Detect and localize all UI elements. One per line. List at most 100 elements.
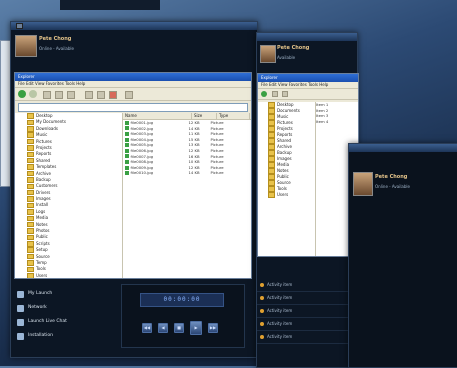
search-icon-right[interactable] (272, 91, 278, 97)
file-icon (125, 131, 129, 136)
avatar-chat (353, 172, 373, 196)
folder-icon (27, 215, 34, 221)
previous-icon[interactable]: ◀◀ (142, 323, 152, 333)
file-icon (125, 159, 129, 164)
sidebar-item-label: Launch Live Chat (28, 319, 67, 324)
play-icon[interactable]: ▶ (190, 321, 202, 335)
tree-item-label: Archive (277, 144, 292, 149)
folder-icon (268, 174, 275, 180)
folders-icon-right[interactable] (282, 91, 288, 97)
tree-item-label: Notes (36, 221, 48, 227)
tree-item-label: Notes (277, 168, 289, 173)
tree-item-label: Pictures (277, 120, 293, 125)
folder-icon (27, 113, 34, 119)
column-header-type[interactable]: Type (217, 113, 250, 119)
folder-icon (268, 120, 275, 126)
folder-icon (27, 126, 34, 132)
tree-item-label: Archive (36, 170, 51, 176)
folder-icon (27, 221, 34, 228)
feed-item[interactable]: Activity item (257, 292, 357, 305)
explorer-window-left: Explorer File Edit View Favorites Tools … (14, 72, 252, 279)
back-icon[interactable] (18, 90, 26, 98)
folder-icon (268, 180, 275, 186)
tree-item-label: Reports (277, 132, 293, 137)
tree-item-label: Tools (277, 186, 287, 191)
feed-item[interactable]: Activity item (257, 331, 357, 344)
tree-item-label: Source (36, 253, 50, 259)
file-row[interactable]: file0010.jpg 14 KB Picture (123, 170, 251, 176)
feed-item[interactable]: Activity item (257, 279, 357, 292)
folder-icon (268, 102, 275, 108)
sidebar-item[interactable]: Installation (17, 329, 107, 343)
menu-icon[interactable] (16, 23, 23, 29)
column-header-size[interactable]: Size (192, 113, 217, 119)
file-row[interactable]: Item 4 (316, 119, 358, 125)
explorer-title[interactable]: Explorer (15, 73, 251, 81)
sidebar-item-label: My Launch (28, 291, 53, 296)
install-icon (17, 332, 24, 340)
main-window-titlebar[interactable] (11, 22, 257, 30)
contact-status: Online - Available (39, 46, 74, 51)
search-icon[interactable] (55, 91, 63, 99)
folders-icon[interactable] (67, 91, 75, 99)
folder-icon (27, 228, 34, 234)
right-window-titlebar[interactable] (257, 33, 357, 41)
folder-icon (27, 234, 34, 241)
explorer-menu-bar[interactable]: File Edit View Favorites Tools Help (15, 81, 251, 88)
views-icon[interactable] (125, 91, 133, 99)
file-icon (125, 126, 129, 131)
tree-item-label: Pictures (36, 138, 52, 144)
tree-item-label: Backup (277, 150, 292, 155)
sidebar: My Launch Network Launch Live Chat Installa… (17, 287, 107, 343)
folder-icon (27, 183, 34, 190)
tree-item-label: Setup (36, 247, 48, 253)
rewind-icon[interactable]: ◀ (158, 323, 168, 333)
sidebar-item[interactable]: Network (17, 301, 107, 315)
file-list-header: Name Size Type (123, 113, 251, 120)
tree-item-label: Users (36, 272, 48, 278)
tree-item-label: Shared (277, 138, 292, 143)
folder-icon (268, 108, 275, 114)
folder-icon (27, 273, 34, 278)
stop-icon[interactable]: ■ (174, 323, 184, 333)
tree-item-label: Drivers (36, 189, 51, 195)
forward-skip-icon[interactable]: ▶▶ (208, 323, 218, 333)
folder-tree-right: Desktop Documents Music Pictures Projects Rep… (258, 102, 316, 256)
explorer-menu-bar-right[interactable]: File Edit View Favorites Tools Help (258, 82, 358, 89)
file-icon (125, 165, 129, 170)
forward-icon[interactable] (29, 90, 37, 98)
explorer-title-right[interactable]: Explorer (258, 74, 358, 82)
folder-icon (27, 189, 34, 196)
tree-item[interactable]: Users (268, 192, 315, 198)
feed-item[interactable]: Activity item (257, 305, 357, 318)
column-header-name[interactable]: Name (123, 113, 192, 119)
folder-icon (27, 170, 34, 177)
contact-name-chat: Pete Chong (375, 174, 408, 180)
tree-item-label: Documents (277, 108, 300, 113)
chat-window-titlebar[interactable] (349, 144, 457, 152)
folder-icon (268, 126, 275, 132)
move-icon[interactable] (97, 91, 105, 99)
tree-item-label: Public (277, 174, 289, 179)
feed-item[interactable]: Activity item (257, 318, 357, 331)
up-folder-icon[interactable] (43, 91, 51, 99)
address-bar[interactable] (18, 103, 248, 112)
sidebar-item[interactable]: My Launch (17, 287, 107, 301)
tree-item-label: Photos (36, 228, 50, 234)
copy-icon[interactable] (85, 91, 93, 99)
tree-item[interactable]: Users (27, 273, 122, 278)
activity-feed: Activity item Activity item Activity item A… (257, 279, 357, 344)
back-icon-right[interactable] (261, 91, 267, 97)
tree-item-label: Music (36, 132, 48, 138)
file-list: Name Size Type file0001.jpg 12 KB Picture f… (123, 113, 251, 278)
sidebar-item[interactable]: Launch Live Chat (17, 315, 107, 329)
folder-icon (268, 162, 275, 168)
tree-item-label: Downloads (36, 125, 58, 131)
avatar (15, 35, 37, 57)
folder-icon (27, 132, 34, 138)
tree-item-label: Public (36, 234, 48, 240)
rocket-icon (17, 290, 24, 298)
delete-icon[interactable] (109, 91, 117, 99)
folder-icon (268, 192, 275, 198)
explorer-window-right: Explorer File Edit View Favorites Tools … (257, 73, 359, 257)
